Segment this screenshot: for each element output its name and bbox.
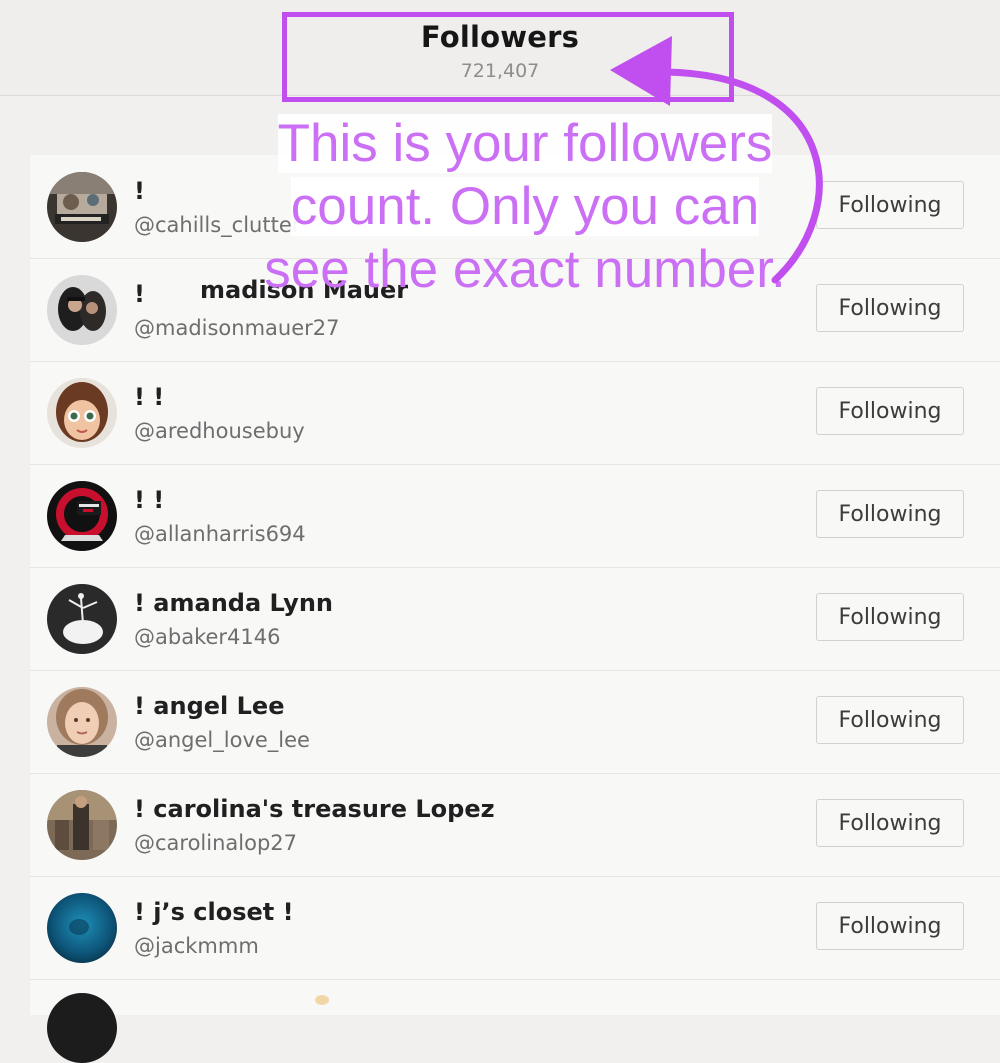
avatar[interactable] [47, 993, 117, 1063]
arrow-icon [610, 36, 823, 284]
